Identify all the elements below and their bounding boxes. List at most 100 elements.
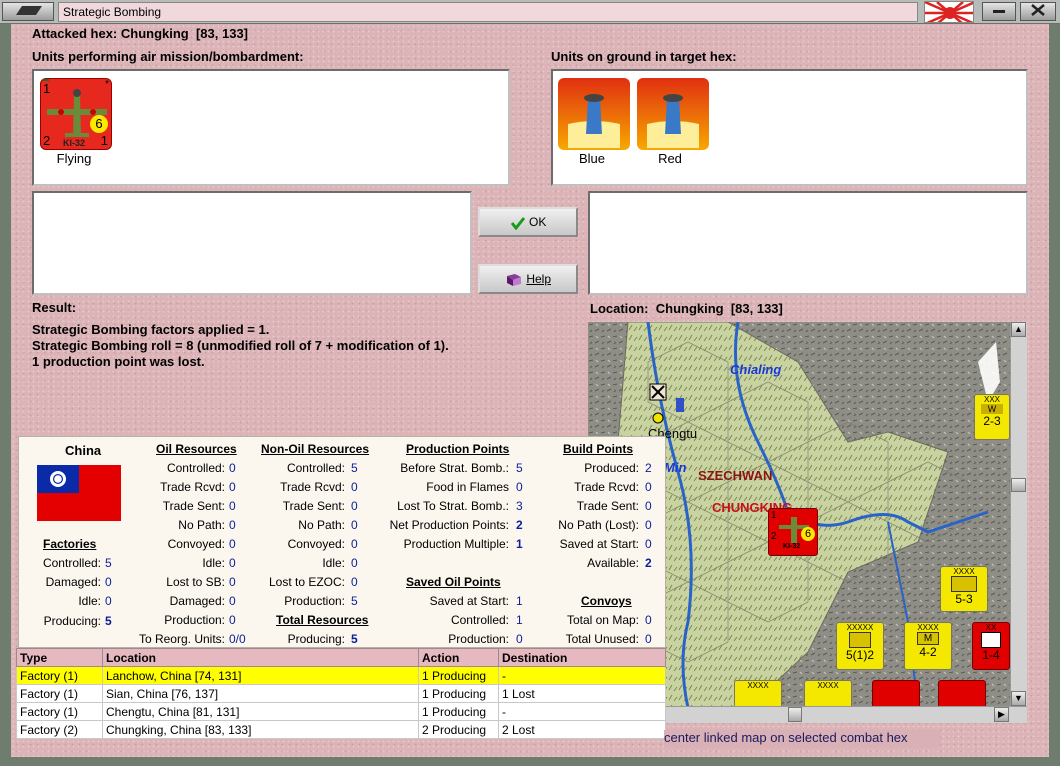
oil-row-label: Idle: [202,556,225,570]
table-row[interactable]: Factory (1) Sian, China [76, 137] 1 Produc… [16,684,666,703]
total-resources-title: Total Resources [276,613,369,627]
ground-section-label: Units on ground in target hex: [551,49,737,64]
close-icon [1031,4,1045,16]
saved-oil-title: Saved Oil Points [406,575,501,589]
air-unit-ki32[interactable]: 1 * 2 1 6 KI-32 [40,75,112,150]
counter-size: XXX [983,395,1000,404]
column-header-action[interactable]: Action [418,648,499,667]
system-menu-icon [16,6,42,15]
china-flag-icon [37,465,121,521]
production-row-value: 1 [516,537,523,551]
system-menu-button[interactable] [2,2,54,21]
scroll-thumb[interactable] [1011,478,1026,492]
table-cell: 2 Producing [418,720,499,739]
map-vertical-scrollbar[interactable]: ▲ ▼ [1010,322,1027,708]
air-unit-range: 1 [43,81,51,96]
nonoil-row-label: Convoyed: [287,537,345,551]
oil-row-label: Production: [164,613,225,627]
table-row[interactable]: Factory (1) Lanchow, China [74, 131] 1 Pro… [16,666,666,685]
result-line: Strategic Bombing factors applied = 1. [32,322,270,337]
factory-smokestack-icon [647,94,699,148]
nonoil-row-label: No Path: [298,518,345,532]
scroll-thumb[interactable] [788,707,802,722]
air-unit-caption: Flying [56,151,92,166]
table-cell: Sian, China [76, 137] [102,684,419,703]
oil-row-value: 0 [229,518,236,532]
production-row-label: Net Production Points: [389,518,509,532]
counter-value: 5(1)2 [845,648,874,662]
nonoil-row-label: Idle: [322,556,345,570]
nonoil-row-label: Trade Rcvd: [280,480,345,494]
production-row-value: 2 [516,518,523,532]
counter-value: 2-3 [983,414,1001,428]
attacked-hex-label: Attacked hex: [32,26,118,41]
scroll-up-arrow-icon[interactable]: ▲ [1011,322,1026,337]
map-counter-red[interactable] [872,680,920,708]
close-button[interactable] [1020,2,1056,21]
table-row[interactable]: Factory (2) Chungking, China [83, 133] 2 P… [16,720,666,739]
saved_oil-row-value: 1 [516,613,523,627]
table-cell: Factory (1) [16,702,103,721]
table-cell: - [498,666,666,685]
map-counter[interactable]: XXXX M 4-2 [904,622,952,670]
window-frame-bottom [0,757,1060,766]
table-cell: 1 Producing [418,684,499,703]
ground-unit-blue[interactable] [558,78,630,150]
build-row-label: Available: [587,556,639,570]
map-label-river-chialing: Chialing [730,362,782,377]
oil-row-label: Lost to SB: [166,575,225,589]
ground-unit-red-caption: Red [658,151,682,166]
counter-size: XX [985,623,997,632]
counter-size: XXXX [917,623,939,632]
counter-type: M [917,632,939,645]
window-frame-left [0,24,11,766]
table-row[interactable]: Factory (1) Chengtu, China [81, 131] 1 Pro… [16,702,666,721]
map-counter[interactable]: XXXX 5-3 [940,566,988,612]
oil-row-value: 0/0 [229,632,246,646]
ground-unit-red[interactable] [637,78,709,150]
minimize-button[interactable] [982,2,1016,21]
strategic-bombing-window: Strategic Bombing Attacked hex: Chungkin… [0,0,1060,766]
map-counter[interactable]: XXXXX 5(1)2 [836,622,884,670]
map-counter[interactable]: XX 1-4 [972,622,1010,670]
scroll-down-arrow-icon[interactable]: ▼ [1011,691,1026,706]
map-counter[interactable]: XXXX [734,680,782,708]
production-row-value: 5 [516,461,523,475]
air-unit-type: KI-32 [63,138,86,148]
map-label-river-min: Min [664,460,687,475]
ok-button[interactable]: OK [478,207,578,237]
ok-button-label: OK [529,215,547,229]
table-cell: Factory (1) [16,666,103,685]
oil-row-value: 0 [229,537,236,551]
country-info-panel: China Factories Controlled: 5 Damaged: 0… [18,436,666,648]
air-unit-strength: 6 [90,115,108,133]
map-bomber-bl: 2 [771,531,777,542]
nonoil-row-value: 0 [351,537,358,551]
column-header-location[interactable]: Location [102,648,419,667]
map-bomber-strength: 6 [801,527,815,541]
result-text: Strategic Bombing factors applied = 1. S… [32,322,449,370]
map-bomber-counter[interactable]: 1 2 6 KI-32 [768,508,818,556]
help-button[interactable]: Help [478,264,578,294]
nonoil-row-value: 0 [351,556,358,570]
column-header-destination[interactable]: Destination [498,648,666,667]
title-bar: Strategic Bombing [0,0,1060,24]
factory-table: Type Location Action Destination Factory… [16,648,666,739]
column-header-type[interactable]: Type [16,648,103,667]
factories-title: Factories [43,537,97,551]
build-row-label: Trade Sent: [576,499,639,513]
location-heading: Location: Chungking [83, 133] [590,301,783,316]
table-cell: - [498,702,666,721]
oil-row-value: 0 [229,575,236,589]
production-row-label: Food in Flames [426,480,509,494]
factories-producing-value: 5 [105,614,112,628]
convoys-row-label: Total Unused: [565,632,639,646]
map-counter[interactable]: XXX W 2-3 [974,394,1010,440]
scroll-right-arrow-icon[interactable]: ▶ [994,707,1009,722]
window-frame-right [1049,24,1060,766]
result-line: Strategic Bombing roll = 8 (unmodified r… [32,338,449,353]
oil-row-label: Damaged: [169,594,225,608]
map-counter-red[interactable] [938,680,986,708]
factories-idle-label: Idle: [78,594,101,608]
map-counter[interactable]: XXXX [804,680,852,708]
